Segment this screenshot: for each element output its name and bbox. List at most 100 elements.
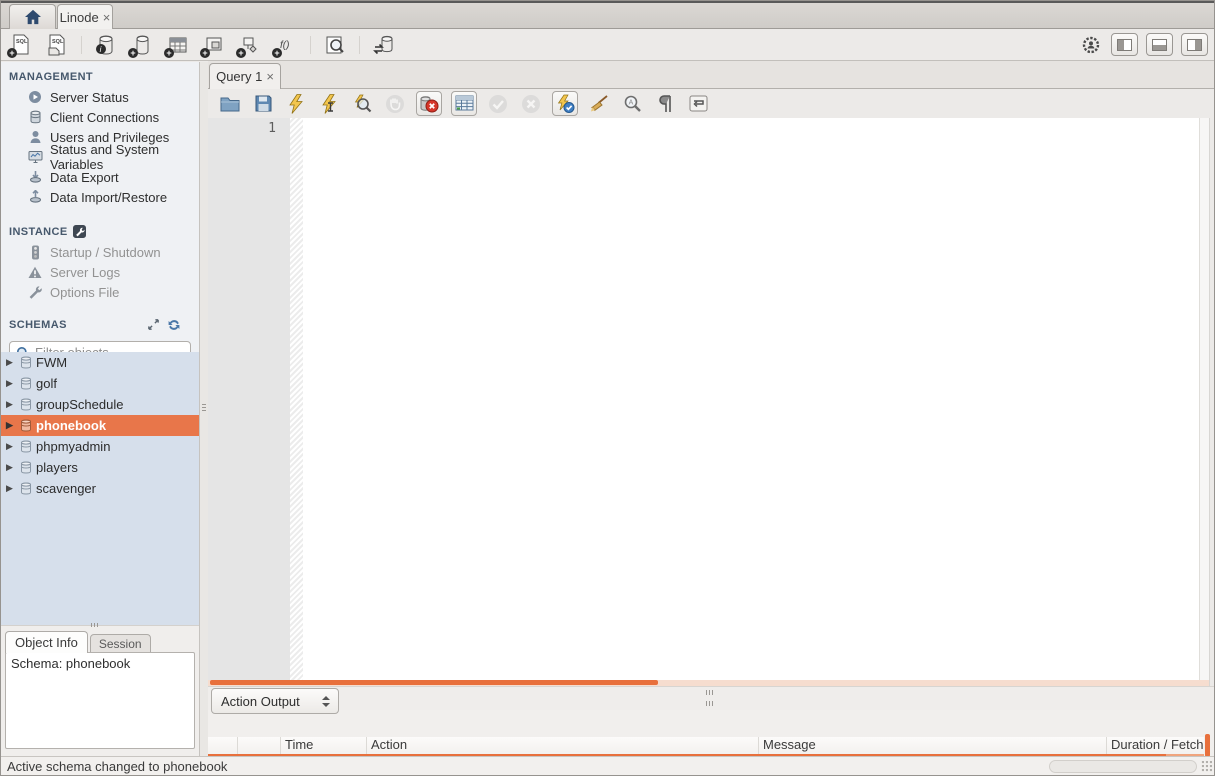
sidebar-item-server-status[interactable]: Server Status <box>1 87 199 107</box>
toggle-wrap-button[interactable] <box>686 92 710 116</box>
schema-row-groupschedule[interactable]: ▶ groupSchedule <box>1 394 199 415</box>
toggle-right-sidebar-button[interactable] <box>1181 33 1208 56</box>
commit-button[interactable] <box>486 92 510 116</box>
sidebar-item-client-connections[interactable]: Client Connections <box>1 107 199 127</box>
monitor-icon <box>27 149 43 165</box>
home-tab[interactable] <box>9 4 56 29</box>
instance-title-text: INSTANCE <box>9 226 68 238</box>
schema-row-golf[interactable]: ▶ golf <box>1 373 199 394</box>
toolbar-separator <box>359 36 360 54</box>
save-icon <box>255 95 272 112</box>
main-toolbar: SQL + SQL i + <box>1 29 1214 61</box>
reconnect-dbms-button[interactable] <box>372 33 396 57</box>
column-status[interactable] <box>208 737 238 754</box>
lightning-icon <box>288 94 304 114</box>
schema-icon <box>20 440 32 453</box>
output-view-selector[interactable]: Action Output <box>211 688 339 714</box>
save-script-button[interactable] <box>251 92 275 116</box>
schema-row-phpmyadmin[interactable]: ▶ phpmyadmin <box>1 436 199 457</box>
stop-button[interactable] <box>383 92 407 116</box>
grid-icon <box>455 95 474 112</box>
clean-button[interactable] <box>587 92 611 116</box>
output-splitter[interactable] <box>208 686 1214 710</box>
expander-icon[interactable]: ▶ <box>6 399 16 410</box>
column-action[interactable]: Action <box>367 737 759 754</box>
rollback-button[interactable] <box>519 92 543 116</box>
execute-button[interactable] <box>284 92 308 116</box>
resize-grip[interactable] <box>1200 761 1212 773</box>
progress-indicator <box>1049 760 1197 773</box>
toolbar-separator <box>81 36 82 54</box>
item-label: Data Export <box>50 170 119 185</box>
create-procedure-button[interactable]: + <box>238 33 262 57</box>
new-sql-tab-button[interactable]: SQL + <box>9 33 33 57</box>
tab-session[interactable]: Session <box>90 634 151 653</box>
inspect-database-button[interactable]: i <box>94 33 118 57</box>
sidebar-item-options-file[interactable]: Options File <box>1 282 199 302</box>
sidebar-item-data-import[interactable]: Data Import/Restore <box>1 187 199 207</box>
schema-row-scavenger[interactable]: ▶ scavenger <box>1 478 199 499</box>
close-icon[interactable]: × <box>103 11 111 24</box>
svg-text:f(): f() <box>280 40 289 51</box>
limit-rows-button[interactable] <box>451 91 477 116</box>
editor-vertical-scrollbar[interactable] <box>1199 118 1209 680</box>
create-view-button[interactable]: + <box>202 33 226 57</box>
home-icon <box>24 9 42 25</box>
toggle-stop-on-error-button[interactable] <box>416 91 442 116</box>
left-panel-icon <box>1117 39 1132 51</box>
column-index[interactable] <box>238 737 281 754</box>
connection-tab-label: Linode <box>60 10 99 25</box>
connection-tab-linode[interactable]: Linode × <box>57 4 113 29</box>
expander-icon[interactable]: ▶ <box>6 483 16 494</box>
toggle-left-sidebar-button[interactable] <box>1111 33 1138 56</box>
query-tab-label: Query 1 <box>216 69 262 84</box>
column-time[interactable]: Time <box>281 737 367 754</box>
close-icon[interactable]: × <box>266 70 274 83</box>
execute-current-statement-button[interactable] <box>317 92 341 116</box>
create-schema-button[interactable]: + <box>130 33 154 57</box>
expander-icon[interactable]: ▶ <box>6 357 16 368</box>
code-input-area[interactable] <box>303 118 1199 680</box>
schema-row-phonebook-selected[interactable]: ▶ phonebook <box>1 415 199 436</box>
plus-badge-icon: + <box>200 48 210 58</box>
expander-icon[interactable]: ▶ <box>6 378 16 389</box>
right-panel-icon <box>1187 39 1202 51</box>
admin-gear-button[interactable] <box>1079 33 1103 57</box>
tab-object-info[interactable]: Object Info <box>5 631 88 653</box>
stop-hand-icon <box>385 94 405 114</box>
pilcrow-icon <box>657 95 673 113</box>
sidebar-item-server-logs[interactable]: Server Logs <box>1 262 199 282</box>
sidebar-item-startup-shutdown[interactable]: Startup / Shutdown <box>1 242 199 262</box>
search-table-data-button[interactable] <box>323 33 347 57</box>
schema-row-players[interactable]: ▶ players <box>1 457 199 478</box>
toggle-autocommit-button[interactable] <box>552 91 578 116</box>
selector-label: Action Output <box>221 694 300 709</box>
open-script-button[interactable] <box>218 92 242 116</box>
main-toolbar-left: SQL + SQL i + <box>1 33 396 57</box>
column-message[interactable]: Message <box>759 737 1107 754</box>
schema-label: phonebook <box>36 418 106 433</box>
wrench-icon <box>73 225 86 238</box>
tab-query-1[interactable]: Query 1 × <box>209 63 281 89</box>
show-invisibles-button[interactable] <box>653 92 677 116</box>
scrollbar-thumb[interactable] <box>210 680 658 685</box>
sidebar-item-status-system-variables[interactable]: Status and System Variables <box>1 147 199 167</box>
find-button[interactable]: A <box>620 92 644 116</box>
explain-button[interactable] <box>350 92 374 116</box>
expand-schemas-icon[interactable] <box>147 318 160 331</box>
sidebar-splitter[interactable] <box>200 62 208 756</box>
create-function-button[interactable]: f() + <box>274 33 298 57</box>
toggle-output-area-button[interactable] <box>1146 33 1173 56</box>
expander-icon[interactable]: ▶ <box>6 441 16 452</box>
schema-row-fwm[interactable]: ▶ FWM <box>1 352 199 373</box>
plus-badge-icon: + <box>236 48 246 58</box>
open-sql-script-button[interactable]: SQL <box>45 33 69 57</box>
refresh-schemas-icon[interactable] <box>167 318 181 332</box>
panel-splitter-grip[interactable] <box>91 621 98 629</box>
column-duration-fetch[interactable]: Duration / Fetch <box>1107 737 1204 754</box>
status-message: Active schema changed to phonebook <box>7 759 227 774</box>
create-table-button[interactable]: + <box>166 33 190 57</box>
expander-icon[interactable]: ▶ <box>6 420 16 431</box>
output-scrollbar-vertical[interactable] <box>1205 734 1210 757</box>
expander-icon[interactable]: ▶ <box>6 462 16 473</box>
